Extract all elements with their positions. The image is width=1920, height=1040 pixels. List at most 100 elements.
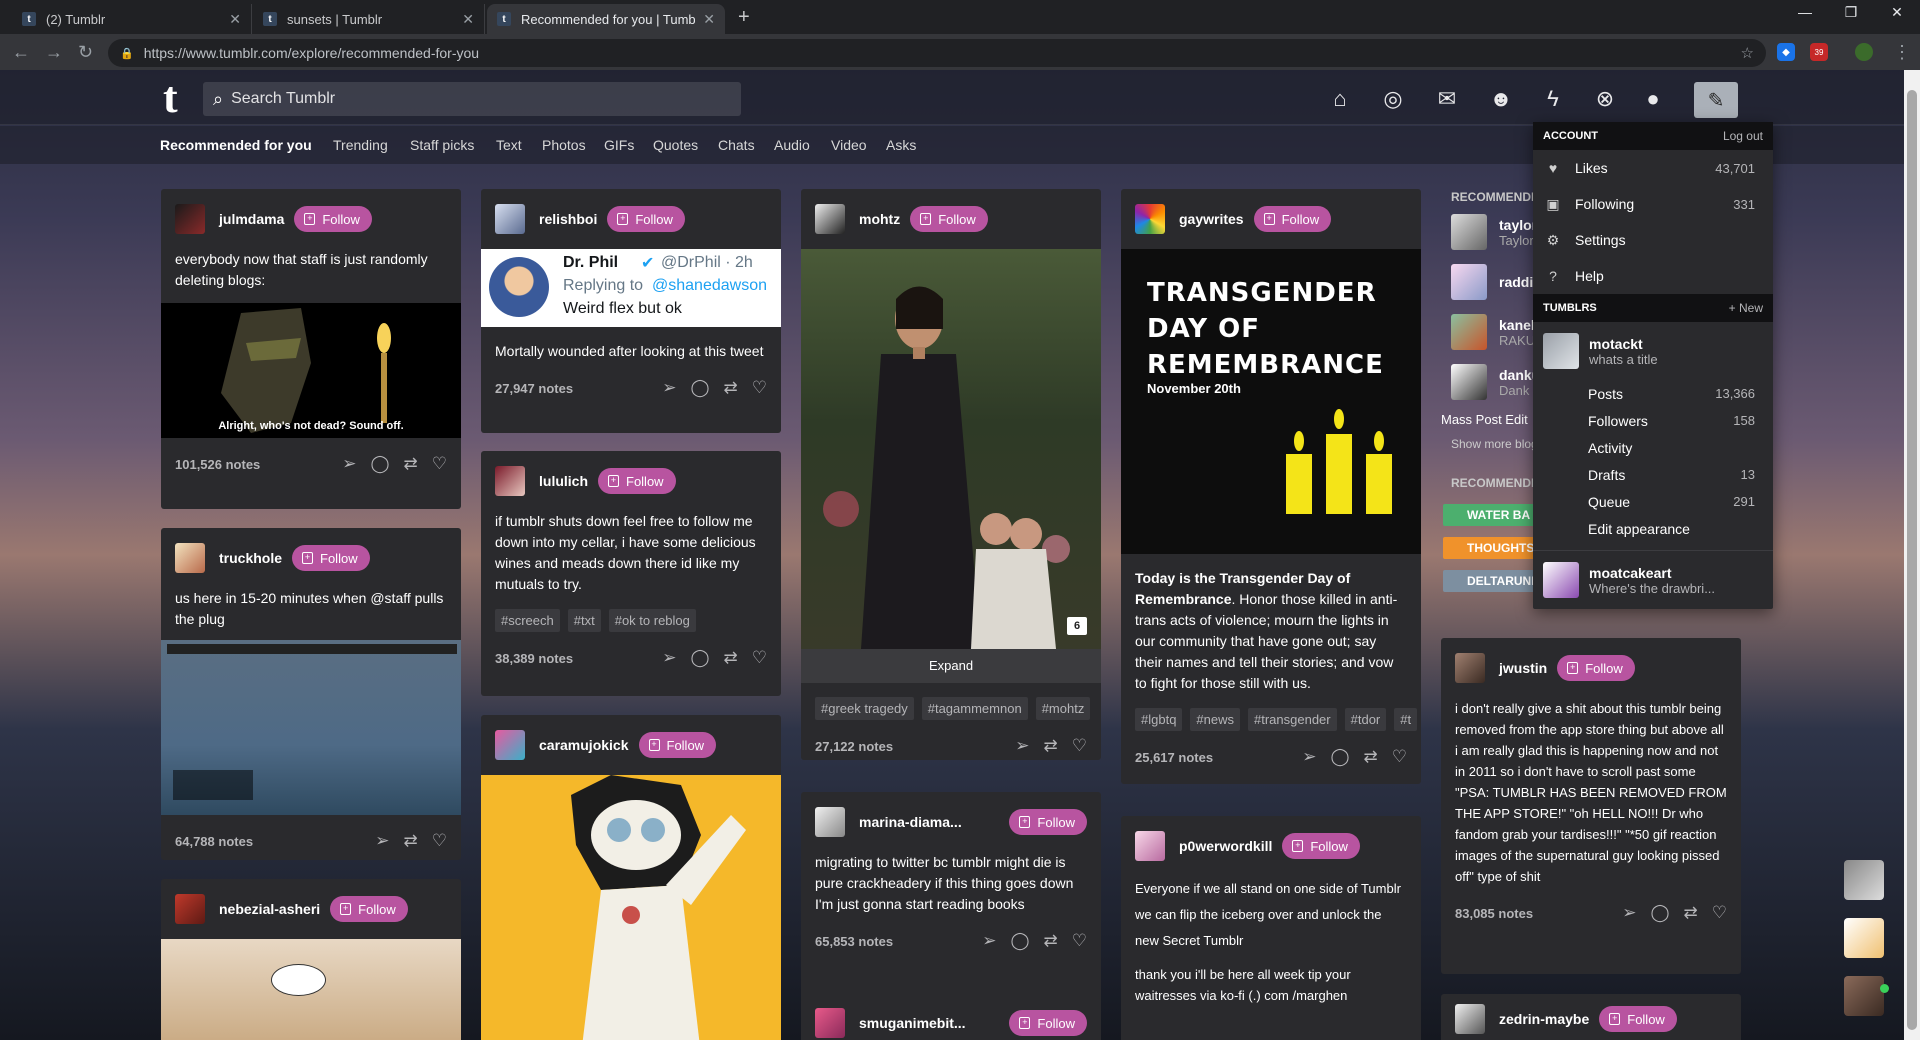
- subnav-gifs[interactable]: GIFs: [604, 137, 634, 153]
- show-more-blogs-link[interactable]: Show more blog: [1451, 437, 1538, 451]
- share-icon[interactable]: ➢: [1622, 903, 1636, 923]
- post-image[interactable]: 6 Expand: [801, 249, 1101, 683]
- avatar[interactable]: [175, 894, 205, 924]
- home-icon[interactable]: ⌂: [1327, 86, 1353, 112]
- post-username[interactable]: gaywrites: [1179, 211, 1244, 227]
- avatar[interactable]: [1135, 831, 1165, 861]
- subnav-trending[interactable]: Trending: [333, 137, 388, 153]
- follow-button[interactable]: + Follow: [1009, 809, 1087, 835]
- close-icon[interactable]: ✕: [703, 11, 715, 28]
- subnav-quotes[interactable]: Quotes: [653, 137, 698, 153]
- avatar[interactable]: [815, 204, 845, 234]
- account-item-settings[interactable]: ⚙ Settings: [1533, 222, 1773, 258]
- page-scrollbar[interactable]: [1904, 70, 1920, 1040]
- blog-entry[interactable]: moatcakeart Where's the drawbri...: [1533, 551, 1773, 609]
- menu-icon[interactable]: ⋮: [1893, 42, 1911, 63]
- reblog-icon[interactable]: ⇄: [404, 454, 418, 474]
- reblog-icon[interactable]: ⇄: [1364, 747, 1378, 767]
- avatar[interactable]: [175, 204, 205, 234]
- share-icon[interactable]: ➢: [662, 648, 676, 668]
- post-username[interactable]: caramujokick: [539, 737, 629, 753]
- close-icon[interactable]: ✕: [229, 11, 241, 28]
- follow-button[interactable]: + Follow: [330, 896, 408, 922]
- tag-link[interactable]: #lgbtq: [1135, 708, 1183, 731]
- like-heart-icon[interactable]: ♡: [1712, 903, 1727, 923]
- close-icon[interactable]: ✕: [462, 11, 474, 28]
- post-username[interactable]: julmdama: [219, 211, 284, 227]
- tumblr-logo[interactable]: t: [163, 76, 178, 120]
- floating-blog-avatar[interactable]: [1844, 976, 1884, 1016]
- post-username[interactable]: smuganimebit...: [859, 1015, 966, 1031]
- follow-button[interactable]: + Follow: [1557, 655, 1635, 681]
- tag-link[interactable]: #tagammemnon: [921, 697, 1028, 720]
- reply-icon[interactable]: ◯: [1330, 747, 1349, 767]
- avatar[interactable]: [495, 466, 525, 496]
- follow-button[interactable]: + Follow: [1253, 206, 1332, 232]
- compose-pencil-button[interactable]: ✎: [1694, 82, 1738, 118]
- browser-tab[interactable]: t sunsets | Tumblr ✕: [253, 4, 485, 34]
- avatar[interactable]: [495, 730, 525, 760]
- follow-button[interactable]: + Follow: [294, 206, 372, 232]
- profile-avatar[interactable]: [1855, 43, 1873, 61]
- subnav-text[interactable]: Text: [496, 137, 522, 153]
- notes-count[interactable]: 65,853 notes: [815, 934, 982, 949]
- reblog-icon[interactable]: ⇄: [404, 831, 418, 851]
- tweet-screenshot[interactable]: Dr. Phil ✔ @DrPhil · 2h Replying to @sha…: [481, 249, 781, 327]
- tag-link[interactable]: #news: [1190, 708, 1240, 731]
- expand-button[interactable]: Expand: [801, 649, 1101, 683]
- avatar[interactable]: [1455, 653, 1485, 683]
- post-image[interactable]: [481, 775, 781, 1040]
- subnav-recommended[interactable]: Recommended for you: [160, 137, 312, 153]
- tag-link[interactable]: #t: [1394, 708, 1418, 731]
- like-heart-icon[interactable]: ♡: [1392, 747, 1407, 767]
- recommended-blog[interactable]: danku Dank: [1451, 360, 1540, 404]
- recommended-blog[interactable]: kanel RAKU: [1451, 310, 1535, 354]
- reblog-icon[interactable]: ⇄: [724, 378, 738, 398]
- inbox-mail-icon[interactable]: ✉: [1434, 86, 1460, 112]
- post-username[interactable]: marina-diama...: [859, 814, 962, 830]
- notes-count[interactable]: 27,947 notes: [495, 381, 662, 396]
- account-person-icon[interactable]: ●: [1640, 86, 1666, 112]
- subnav-staff-picks[interactable]: Staff picks: [410, 137, 474, 153]
- post-username[interactable]: p0werwordkill: [1179, 838, 1272, 854]
- share-icon[interactable]: ➢: [982, 931, 996, 951]
- share-icon[interactable]: ➢: [342, 454, 356, 474]
- tag-link[interactable]: #screech: [495, 609, 560, 632]
- recommended-blog[interactable]: raddi: [1451, 260, 1533, 304]
- like-heart-icon[interactable]: ♡: [432, 454, 447, 474]
- post-username[interactable]: mohtz: [859, 211, 900, 227]
- post-image[interactable]: [161, 640, 461, 815]
- new-blog-link[interactable]: + New: [1729, 301, 1763, 315]
- tag-link[interactable]: #tdor: [1344, 708, 1387, 731]
- post-username[interactable]: zedrin-maybe: [1499, 1011, 1589, 1027]
- follow-button[interactable]: + Follow: [638, 732, 717, 758]
- reply-icon[interactable]: ◯: [690, 378, 709, 398]
- reload-icon[interactable]: ↻: [78, 42, 93, 63]
- tag-link[interactable]: #greek tragedy: [815, 697, 914, 720]
- follow-button[interactable]: + Follow: [910, 206, 988, 232]
- like-heart-icon[interactable]: ♡: [1072, 931, 1087, 951]
- avatar[interactable]: [175, 543, 205, 573]
- share-icon[interactable]: ➢: [662, 378, 676, 398]
- maximize-icon[interactable]: ❐: [1828, 4, 1874, 21]
- like-heart-icon[interactable]: ♡: [752, 648, 767, 668]
- bookmark-star-icon[interactable]: ☆: [1741, 44, 1754, 62]
- reply-icon[interactable]: ◯: [1650, 903, 1669, 923]
- like-heart-icon[interactable]: ♡: [432, 831, 447, 851]
- notes-count[interactable]: 101,526 notes: [175, 457, 342, 472]
- new-tab-button[interactable]: +: [738, 6, 750, 29]
- mass-post-editor-link[interactable]: Mass Post Edit: [1441, 412, 1528, 427]
- explore-compass-icon[interactable]: ◎: [1380, 86, 1406, 112]
- logout-link[interactable]: Log out: [1723, 129, 1763, 143]
- account-item-help[interactable]: ? Help: [1533, 258, 1773, 294]
- subnav-asks[interactable]: Asks: [886, 137, 916, 153]
- reply-icon[interactable]: ◯: [690, 648, 709, 668]
- subnav-video[interactable]: Video: [831, 137, 867, 153]
- share-icon[interactable]: ➢: [1302, 747, 1316, 767]
- post-image[interactable]: Alright, who's not dead? Sound off.: [161, 303, 461, 438]
- reply-icon[interactable]: ◯: [370, 454, 389, 474]
- avatar[interactable]: [1455, 1004, 1485, 1034]
- follow-button[interactable]: + Follow: [598, 468, 676, 494]
- reblog-icon[interactable]: ⇄: [724, 648, 738, 668]
- tag-link[interactable]: #transgender: [1248, 708, 1337, 731]
